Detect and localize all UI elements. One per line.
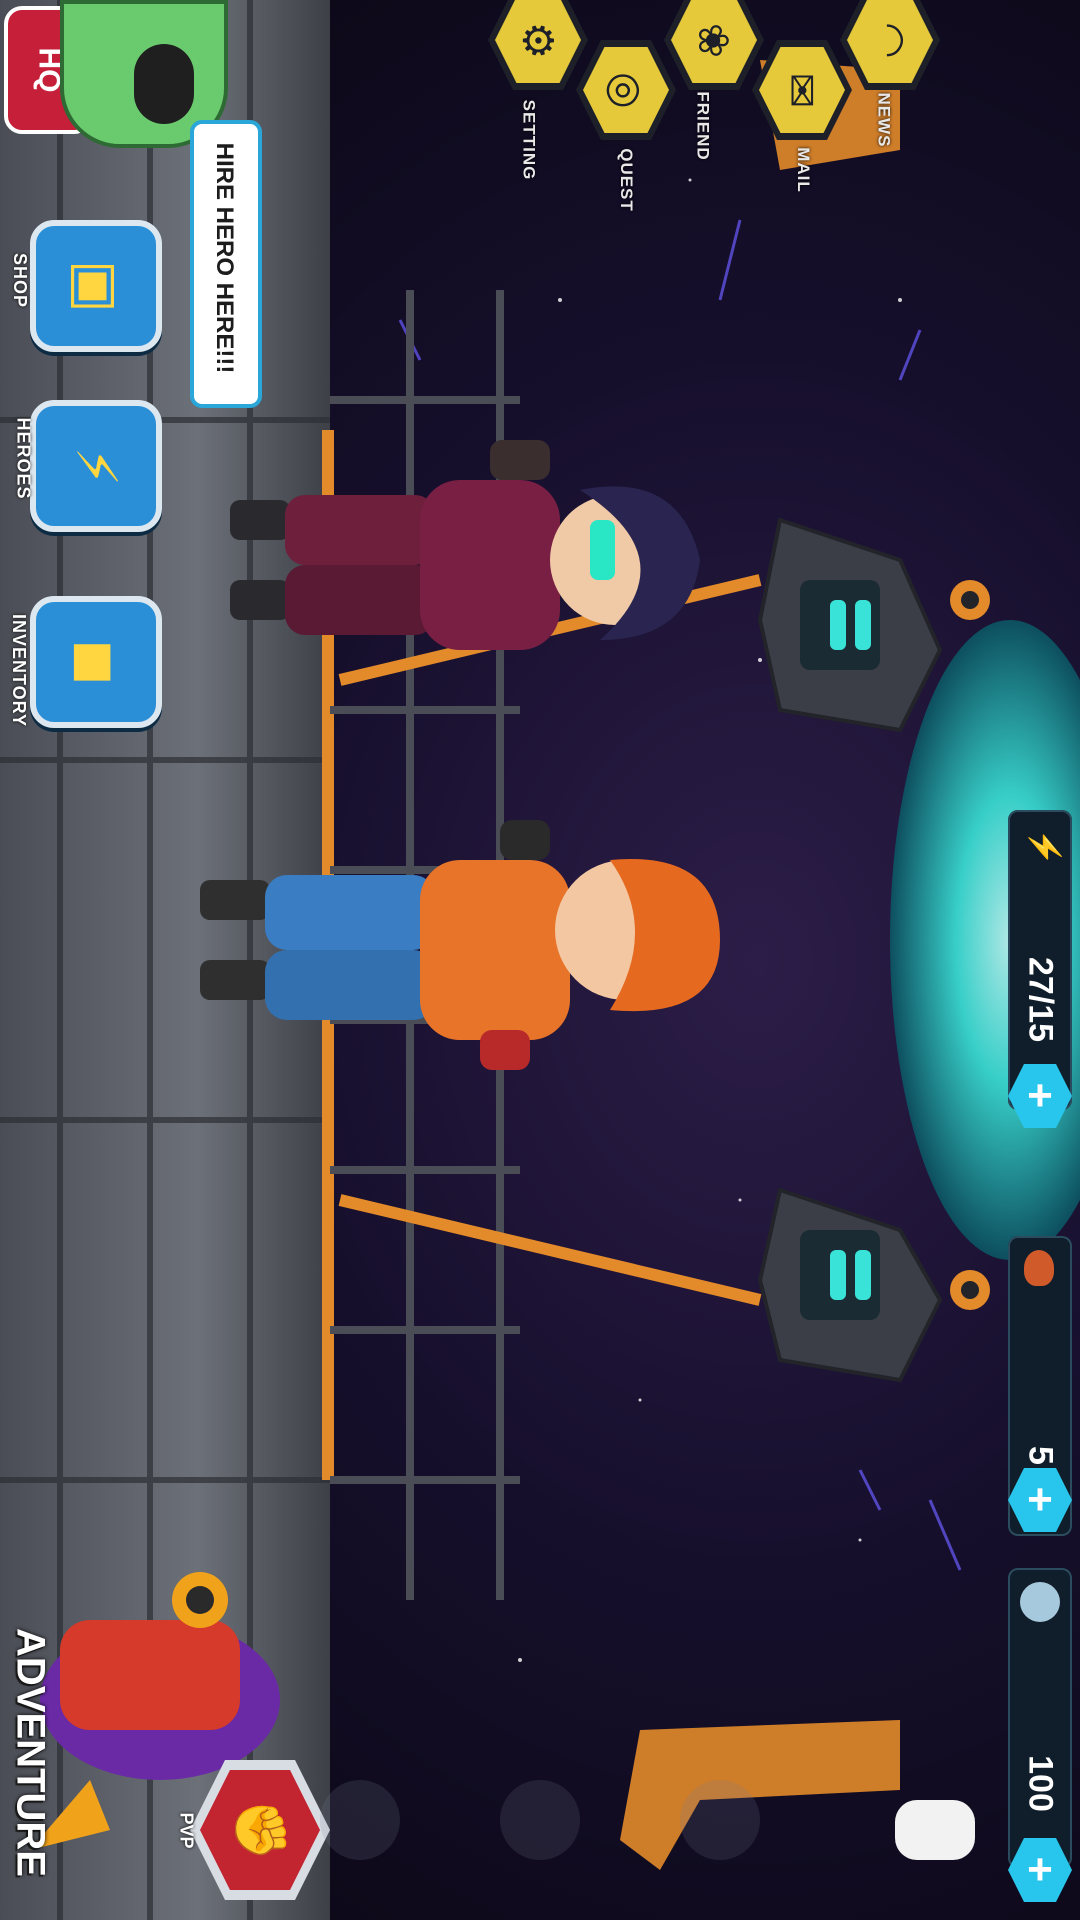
heroes-tile[interactable]: ⚡ (30, 400, 162, 532)
backpack-icon: ◼ (63, 638, 129, 686)
pvp-label: PVP (176, 1812, 197, 1849)
plus-icon: + (1027, 1845, 1053, 1894)
energy-value: 27/15 (1021, 956, 1060, 1043)
energy-icon: ⚡ (1028, 828, 1062, 867)
hire-hero-bubble[interactable]: HIRE HERO HERE!!! (190, 120, 262, 408)
mail-icon: ✉ (777, 72, 827, 108)
setting-label: SETTING (519, 99, 539, 181)
gem-icon (1024, 1250, 1054, 1286)
adventure-label: ADVENTURE (8, 1628, 53, 1877)
plus-icon: + (1027, 1475, 1053, 1524)
gems-value: 5 (1021, 1446, 1060, 1465)
hire-hero-text: HIRE HERO HERE!!! (211, 142, 238, 374)
avatar-goggles (134, 44, 194, 124)
paw-icon: ❀ (689, 22, 739, 58)
wifi-icon: ◠ (865, 21, 915, 59)
inventory-tile[interactable]: ◼ (30, 596, 162, 728)
pvp-button[interactable]: ✊ PVP (177, 1760, 330, 1900)
game-controller-icon[interactable] (895, 1800, 975, 1860)
nav-recent-icon[interactable] (680, 1780, 760, 1860)
shop-label: SHOP (10, 252, 31, 309)
mail-label: MAIL (793, 147, 813, 193)
news-label: NEWS (874, 92, 894, 148)
nav-home-icon[interactable] (500, 1780, 580, 1860)
plus-icon: + (1027, 1071, 1053, 1120)
fist-icon: ✊ (231, 1798, 290, 1862)
shop-tile[interactable]: ▣ (30, 220, 162, 352)
coins-counter: 100 (1008, 1568, 1072, 1868)
coin-icon (1020, 1582, 1060, 1622)
heroes-label: HEROES (13, 417, 34, 500)
nav-back-icon[interactable] (320, 1780, 400, 1860)
corner-bracket (620, 1720, 900, 1870)
coins-value: 100 (1021, 1755, 1060, 1812)
gear-icon: ⚙ (513, 21, 563, 59)
quest-label: QUEST (616, 148, 636, 212)
inventory-label: INVENTORY (9, 613, 30, 728)
game-scene: HQ HIRE HERO HERE!!! ◠ NEWS ✉ MAIL ❀ FRI… (0, 0, 1080, 1920)
friend-label: FRIEND (693, 91, 713, 161)
quest-icon: ◎ (601, 71, 651, 109)
shop-icon: ▣ (63, 259, 129, 313)
lightning-icon: ⚡ (63, 446, 129, 486)
